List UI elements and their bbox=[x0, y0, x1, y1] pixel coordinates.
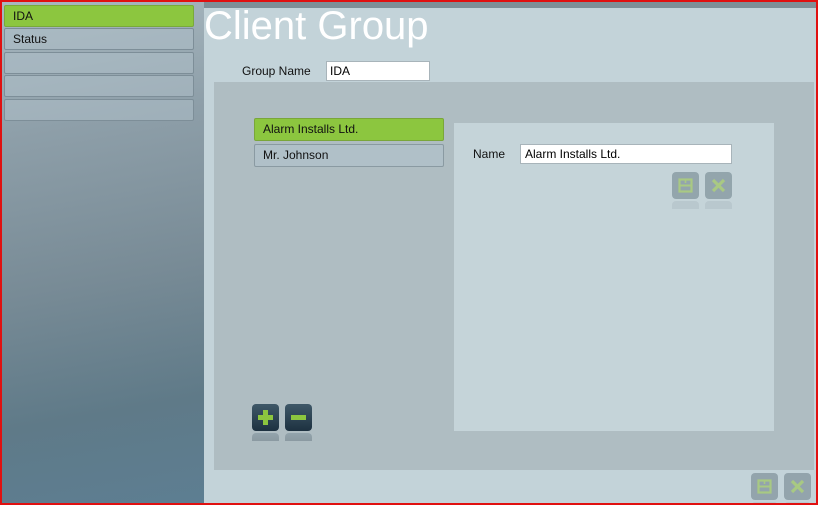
group-name-input[interactable] bbox=[326, 61, 430, 81]
remove-client-button[interactable] bbox=[285, 404, 312, 441]
name-label: Name bbox=[473, 147, 506, 161]
sidebar-item-empty-2[interactable] bbox=[4, 75, 194, 97]
close-icon bbox=[790, 479, 805, 494]
client-list-item[interactable]: Alarm Installs Ltd. bbox=[254, 118, 444, 141]
group-name-label: Group Name bbox=[242, 64, 311, 78]
save-button[interactable] bbox=[751, 473, 778, 503]
client-list-item[interactable]: Mr. Johnson bbox=[254, 144, 444, 167]
client-detail-panel: Name bbox=[454, 123, 774, 431]
app-window: IDA Status Client Group Group Name Alarm… bbox=[0, 0, 818, 505]
clients-panel: Alarm Installs Ltd. Mr. Johnson Name bbox=[214, 82, 814, 470]
sidebar-item-status[interactable]: Status bbox=[4, 28, 194, 50]
page-title: Client Group bbox=[204, 4, 429, 48]
save-icon bbox=[757, 479, 772, 494]
sidebar-item-ida[interactable]: IDA bbox=[4, 5, 194, 27]
save-icon bbox=[678, 178, 693, 193]
sidebar-item-empty-1[interactable] bbox=[4, 52, 194, 74]
save-client-button[interactable] bbox=[672, 172, 699, 209]
sidebar-item-empty-3[interactable] bbox=[4, 99, 194, 121]
cancel-client-button[interactable] bbox=[705, 172, 732, 209]
sidebar: IDA Status bbox=[2, 2, 204, 503]
client-name-input[interactable] bbox=[520, 144, 732, 164]
minus-icon bbox=[291, 415, 306, 420]
close-icon bbox=[711, 178, 726, 193]
add-client-button[interactable] bbox=[252, 404, 279, 441]
plus-icon bbox=[258, 410, 273, 425]
cancel-button[interactable] bbox=[784, 473, 811, 503]
